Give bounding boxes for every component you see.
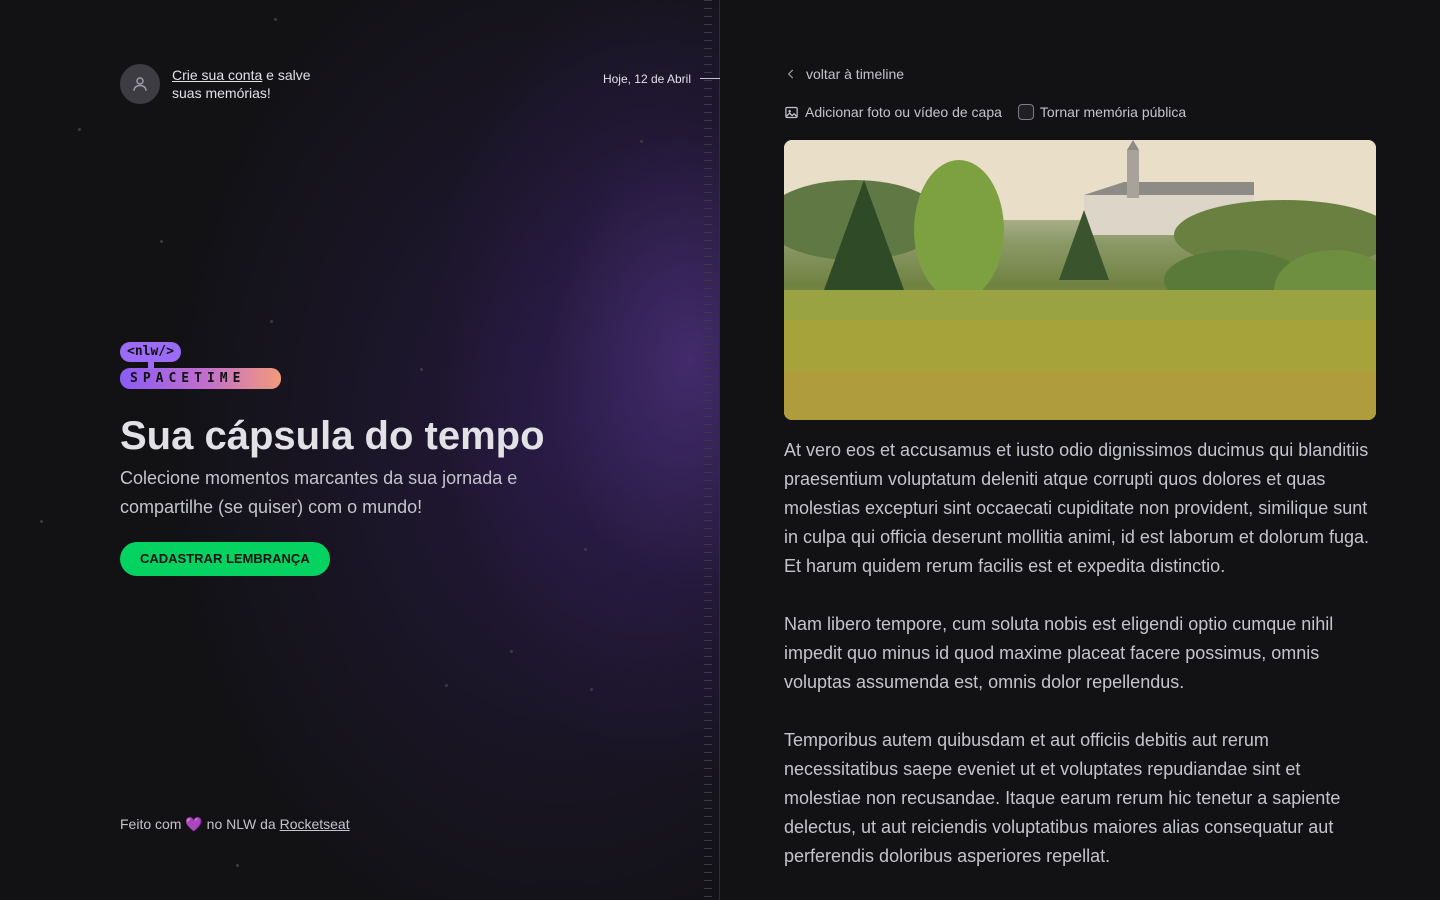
sign-in-prompt[interactable]: Crie sua conta e salve suas memórias! — [120, 64, 322, 104]
memory-paragraph: At vero eos et accusamus et iusto odio d… — [784, 440, 1369, 576]
avatar[interactable] — [120, 64, 160, 104]
timeline-date: Hoje, 12 de Abril — [602, 72, 691, 86]
page-subtitle: Colecione momentos marcantes da sua jorn… — [120, 468, 518, 517]
register-memory-button[interactable]: CADASTRAR LEMBRANÇA — [120, 542, 330, 576]
image-icon — [785, 106, 798, 118]
logo-connector — [148, 361, 154, 369]
heart-icon: 💜 — [185, 816, 203, 832]
landscape-photo — [784, 140, 1376, 420]
add-cover-button[interactable]: Adicionar foto ou vídeo de capa — [784, 104, 1002, 120]
cover-image — [784, 140, 1376, 420]
memory-paragraph: Temporibus autem quibusdam et aut offici… — [784, 730, 1341, 866]
left-panel: Crie sua conta e salve suas memórias! Ho… — [0, 0, 720, 900]
footer-middle: no NLW da — [202, 816, 280, 832]
chevron-left-icon — [787, 69, 794, 79]
user-icon — [133, 77, 147, 91]
page-title: Sua cápsula do tempo — [120, 414, 545, 458]
timeline-today-marker — [700, 78, 720, 79]
logo-spacetime-badge: SPACETIME — [120, 368, 281, 389]
public-memory-checkbox[interactable] — [1017, 104, 1034, 120]
add-cover-label: Adicionar foto ou vídeo de capa — [805, 104, 1002, 120]
logo-nlw-badge: <nlw/> — [120, 342, 181, 362]
back-label: voltar à timeline — [806, 66, 905, 82]
rocketseat-link[interactable]: Rocketseat — [280, 816, 350, 832]
footer-credit: Feito com 💜 no NLW da Rocketseat — [120, 816, 350, 833]
back-to-timeline-link[interactable]: voltar à timeline — [784, 66, 904, 82]
footer-prefix: Feito com — [120, 816, 186, 832]
sign-in-text: Crie sua conta e salve suas memórias! — [172, 66, 322, 102]
memory-paragraph: Nam libero tempore, cum soluta nobis est… — [784, 614, 1334, 692]
nlw-spacetime-logo: <nlw/> SPACETIME — [120, 342, 281, 389]
timeline-ruler — [704, 0, 712, 900]
create-account-link[interactable]: Crie sua conta — [172, 67, 262, 83]
public-memory-label: Tornar memória pública — [1039, 104, 1187, 120]
memory-options: Adicionar foto ou vídeo de capa Tornar m… — [784, 104, 1186, 120]
memory-content: At vero eos et accusamus et iusto odio d… — [784, 436, 1380, 900]
public-memory-toggle[interactable]: Tornar memória pública — [1017, 104, 1187, 120]
